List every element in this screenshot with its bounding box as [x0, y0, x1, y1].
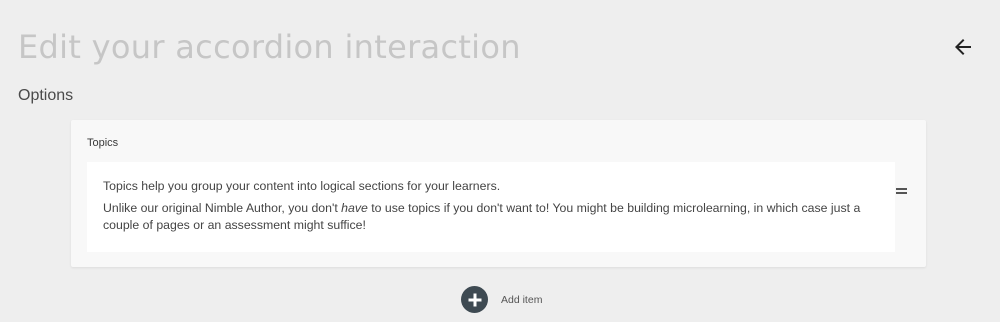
options-heading: Options [18, 87, 74, 104]
topics-paragraph-2-emphasis: have [341, 201, 368, 215]
topics-paragraph-1: Topics help you group your content into … [103, 179, 501, 193]
back-button[interactable] [948, 32, 978, 62]
add-item-button[interactable]: Add item [461, 286, 542, 313]
topics-paragraph-2: Unlike our original Nimble Author, you d… [103, 200, 879, 234]
topics-description-editor[interactable]: Topics help you group your content into … [87, 162, 895, 252]
plus-circle-icon [461, 286, 488, 313]
arrow-left-icon [955, 39, 971, 55]
topics-paragraph-2-start: Unlike our original Nimble Author, you d… [103, 201, 342, 215]
topics-label: Topics [87, 137, 119, 149]
topics-card: Topics Topics help you group your conten… [71, 120, 926, 267]
page-title: Edit your accordion interaction [18, 28, 521, 66]
editor-page: Edit your accordion interaction Options … [0, 0, 1000, 322]
drag-handle-icon[interactable] [896, 188, 910, 198]
add-item-label: Add item [501, 293, 543, 306]
